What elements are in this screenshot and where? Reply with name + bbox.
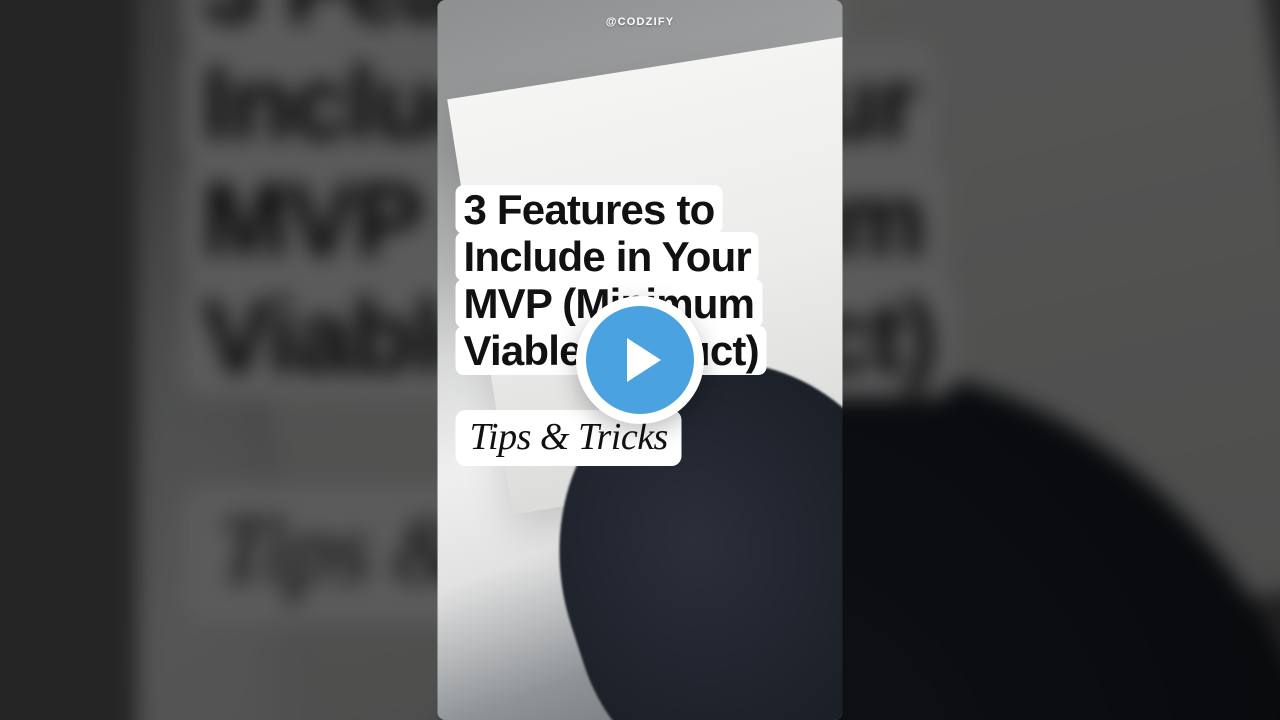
brand-handle: @CODZIFY bbox=[438, 16, 843, 28]
play-icon bbox=[627, 338, 661, 382]
play-button[interactable] bbox=[576, 296, 704, 424]
video-thumbnail-stage: 3 Features to Include in Your MVP (Minim… bbox=[0, 0, 1280, 720]
play-button-ring bbox=[576, 296, 704, 424]
play-button-inner bbox=[586, 306, 694, 414]
